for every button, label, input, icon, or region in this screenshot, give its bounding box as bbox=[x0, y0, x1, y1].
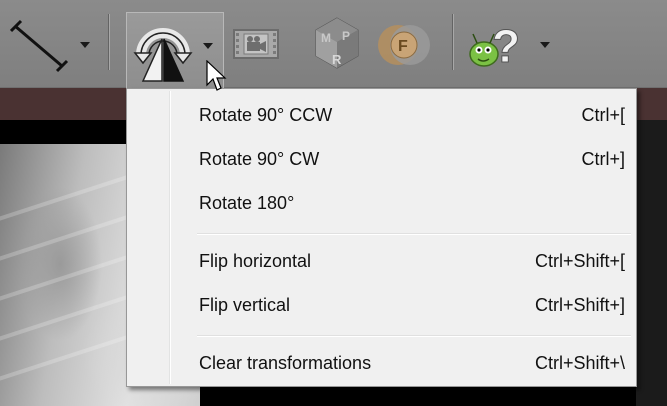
film-camera-icon bbox=[233, 29, 279, 59]
rotate-flip-icon bbox=[133, 28, 193, 82]
transform-context-menu: Rotate 90° CCW Ctrl+[ Rotate 90° CW Ctrl… bbox=[126, 88, 637, 387]
menu-item-label: Rotate 180° bbox=[199, 193, 295, 213]
menu-item-shortcut: Ctrl+[ bbox=[581, 105, 625, 125]
measure-dropdown-arrow[interactable] bbox=[80, 42, 90, 48]
menu-icon-gutter bbox=[169, 91, 171, 384]
menu-separator bbox=[197, 233, 631, 235]
menu-item-flip-horizontal[interactable]: Flip horizontal Ctrl+Shift+[ bbox=[130, 242, 633, 280]
toolbar: M P R F ? bbox=[0, 0, 667, 88]
mpr-letter-p: P bbox=[342, 29, 350, 43]
menu-item-shortcut: Ctrl+Shift+] bbox=[534, 295, 625, 315]
transform-dropdown-arrow[interactable] bbox=[203, 43, 213, 49]
help-dropdown-arrow[interactable] bbox=[540, 42, 550, 48]
fusion-button[interactable]: F bbox=[376, 18, 432, 72]
mouse-pointer-icon bbox=[206, 60, 227, 91]
fusion-letter: F bbox=[398, 38, 408, 55]
cine-button[interactable] bbox=[232, 24, 280, 64]
menu-item-shortcut: Ctrl+Shift+[ bbox=[534, 251, 625, 271]
menu-item-clear-transformations[interactable]: Clear transformations Ctrl+Shift+\ bbox=[130, 344, 633, 382]
menu-item-flip-vertical[interactable]: Flip vertical Ctrl+Shift+] bbox=[130, 286, 633, 324]
fusion-icon: F bbox=[378, 25, 430, 65]
menu-item-rotate-90-cw[interactable]: Rotate 90° CW Ctrl+] bbox=[130, 140, 633, 178]
menu-separator bbox=[197, 335, 631, 337]
menu-item-label: Rotate 90° CCW bbox=[199, 105, 333, 125]
menu-item-label: Clear transformations bbox=[199, 353, 372, 373]
menu-item-shortcut: Ctrl+] bbox=[581, 149, 625, 169]
menu-item-label: Flip vertical bbox=[199, 295, 291, 315]
menu-item-shortcut: Ctrl+Shift+\ bbox=[534, 353, 625, 373]
help-question-mark: ? bbox=[492, 20, 520, 72]
toolbar-separator bbox=[452, 14, 454, 70]
menu-item-rotate-180[interactable]: Rotate 180° bbox=[130, 184, 633, 222]
menu-item-rotate-90-ccw[interactable]: Rotate 90° CCW Ctrl+[ bbox=[130, 96, 633, 134]
mpr-icon: M P R bbox=[315, 17, 359, 69]
mpr-letter-r: R bbox=[332, 52, 342, 67]
bug-help-icon: ? bbox=[469, 20, 521, 73]
mpr-letter-m: M bbox=[321, 31, 331, 45]
measure-line-button[interactable] bbox=[9, 18, 72, 74]
mpr-button[interactable]: M P R bbox=[312, 16, 362, 72]
measure-line-icon bbox=[9, 19, 69, 73]
menu-item-label: Flip horizontal bbox=[199, 251, 312, 271]
help-button[interactable]: ? bbox=[468, 16, 534, 73]
menu-item-label: Rotate 90° CW bbox=[199, 149, 320, 169]
viewport-side-panel bbox=[636, 120, 667, 406]
toolbar-separator bbox=[108, 14, 110, 70]
